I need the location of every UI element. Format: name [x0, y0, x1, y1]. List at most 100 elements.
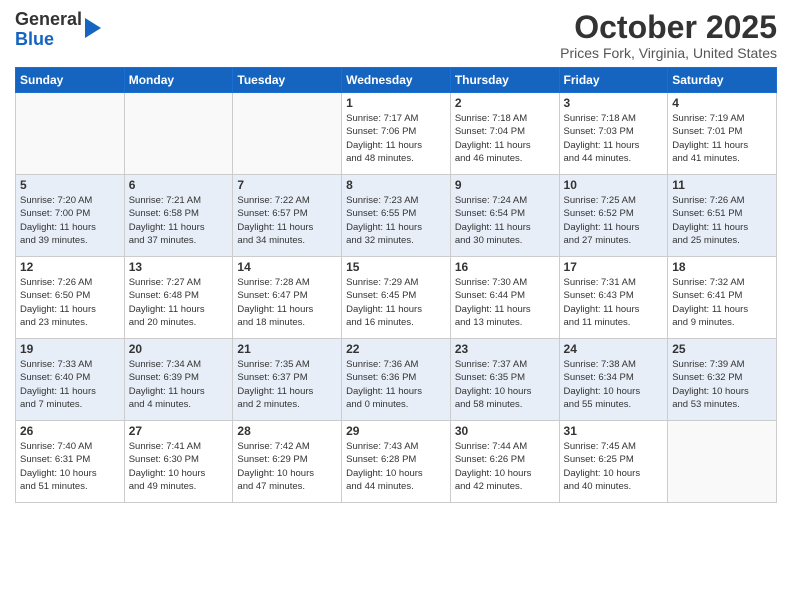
- calendar-cell: 13 Sunrise: 7:27 AM Sunset: 6:48 PM Dayli…: [124, 257, 233, 339]
- calendar-cell: 30 Sunrise: 7:44 AM Sunset: 6:26 PM Dayli…: [450, 421, 559, 503]
- calendar-cell: 22 Sunrise: 7:36 AM Sunset: 6:36 PM Dayli…: [342, 339, 451, 421]
- day-info: Sunrise: 7:29 AM Sunset: 6:45 PM Dayligh…: [346, 276, 446, 329]
- calendar-cell: 27Sunrise: 7:41 AM Sunset: 6:30 PM Dayli…: [124, 421, 233, 503]
- calendar-cell: 23 Sunrise: 7:37 AM Sunset: 6:35 PM Dayli…: [450, 339, 559, 421]
- day-info: Sunrise: 7:26 AM Sunset: 6:51 PM Dayligh…: [672, 194, 772, 247]
- calendar-cell: 28Sunrise: 7:42 AM Sunset: 6:29 PM Dayli…: [233, 421, 342, 503]
- logo-general: General: [15, 9, 82, 29]
- day-info: Sunrise: 7:41 AM Sunset: 6:30 PM Dayligh…: [129, 440, 229, 493]
- day-number: 22: [346, 342, 446, 356]
- calendar-cell: 9Sunrise: 7:24 AM Sunset: 6:54 PM Daylig…: [450, 175, 559, 257]
- calendar-cell: [233, 93, 342, 175]
- logo-arrow-icon: [85, 18, 101, 38]
- day-info: Sunrise: 7:42 AM Sunset: 6:29 PM Dayligh…: [237, 440, 337, 493]
- calendar-cell: 26 Sunrise: 7:40 AM Sunset: 6:31 PM Dayli…: [16, 421, 125, 503]
- day-info: Sunrise: 7:18 AM Sunset: 7:03 PM Dayligh…: [564, 112, 664, 165]
- weekday-header: Saturday: [668, 68, 777, 93]
- day-info: Sunrise: 7:40 AM Sunset: 6:31 PM Dayligh…: [20, 440, 120, 493]
- day-info: Sunrise: 7:44 AM Sunset: 6:26 PM Dayligh…: [455, 440, 555, 493]
- header-right: October 2025 Prices Fork, Virginia, Unit…: [560, 10, 777, 61]
- day-info: Sunrise: 7:32 AM Sunset: 6:41 PM Dayligh…: [672, 276, 772, 329]
- calendar-cell: 29 Sunrise: 7:43 AM Sunset: 6:28 PM Dayli…: [342, 421, 451, 503]
- day-info: Sunrise: 7:35 AM Sunset: 6:37 PM Dayligh…: [237, 358, 337, 411]
- day-number: 19: [20, 342, 120, 356]
- weekday-header: Monday: [124, 68, 233, 93]
- day-number: 11: [672, 178, 772, 192]
- day-info: Sunrise: 7:18 AM Sunset: 7:04 PM Dayligh…: [455, 112, 555, 165]
- day-info: Sunrise: 7:33 AM Sunset: 6:40 PM Dayligh…: [20, 358, 120, 411]
- day-number: 26: [20, 424, 120, 438]
- calendar-cell: 18 Sunrise: 7:32 AM Sunset: 6:41 PM Dayli…: [668, 257, 777, 339]
- logo-blue: Blue: [15, 29, 54, 49]
- logo-text: General Blue: [15, 10, 82, 50]
- day-info: Sunrise: 7:20 AM Sunset: 7:00 PM Dayligh…: [20, 194, 120, 247]
- calendar-cell: 25 Sunrise: 7:39 AM Sunset: 6:32 PM Dayli…: [668, 339, 777, 421]
- day-info: Sunrise: 7:19 AM Sunset: 7:01 PM Dayligh…: [672, 112, 772, 165]
- month-title: October 2025: [560, 10, 777, 45]
- calendar-cell: 16 Sunrise: 7:30 AM Sunset: 6:44 PM Dayli…: [450, 257, 559, 339]
- calendar-cell: 3 Sunrise: 7:18 AM Sunset: 7:03 PM Daylig…: [559, 93, 668, 175]
- calendar-cell: [124, 93, 233, 175]
- weekday-header: Thursday: [450, 68, 559, 93]
- calendar-cell: 24Sunrise: 7:38 AM Sunset: 6:34 PM Dayli…: [559, 339, 668, 421]
- day-number: 18: [672, 260, 772, 274]
- weekday-header: Sunday: [16, 68, 125, 93]
- day-number: 5: [20, 178, 120, 192]
- day-number: 16: [455, 260, 555, 274]
- day-info: Sunrise: 7:21 AM Sunset: 6:58 PM Dayligh…: [129, 194, 229, 247]
- day-number: 23: [455, 342, 555, 356]
- day-info: Sunrise: 7:43 AM Sunset: 6:28 PM Dayligh…: [346, 440, 446, 493]
- day-info: Sunrise: 7:45 AM Sunset: 6:25 PM Dayligh…: [564, 440, 664, 493]
- calendar-cell: 15Sunrise: 7:29 AM Sunset: 6:45 PM Dayli…: [342, 257, 451, 339]
- day-info: Sunrise: 7:26 AM Sunset: 6:50 PM Dayligh…: [20, 276, 120, 329]
- day-info: Sunrise: 7:22 AM Sunset: 6:57 PM Dayligh…: [237, 194, 337, 247]
- day-number: 31: [564, 424, 664, 438]
- weekday-header: Tuesday: [233, 68, 342, 93]
- day-number: 4: [672, 96, 772, 110]
- day-number: 6: [129, 178, 229, 192]
- day-number: 17: [564, 260, 664, 274]
- day-info: Sunrise: 7:39 AM Sunset: 6:32 PM Dayligh…: [672, 358, 772, 411]
- header: General Blue October 2025 Prices Fork, V…: [15, 10, 777, 61]
- day-info: Sunrise: 7:37 AM Sunset: 6:35 PM Dayligh…: [455, 358, 555, 411]
- day-info: Sunrise: 7:28 AM Sunset: 6:47 PM Dayligh…: [237, 276, 337, 329]
- day-info: Sunrise: 7:27 AM Sunset: 6:48 PM Dayligh…: [129, 276, 229, 329]
- calendar-cell: [16, 93, 125, 175]
- day-number: 3: [564, 96, 664, 110]
- day-number: 29: [346, 424, 446, 438]
- location: Prices Fork, Virginia, United States: [560, 45, 777, 61]
- day-number: 25: [672, 342, 772, 356]
- weekday-header: Friday: [559, 68, 668, 93]
- logo: General Blue: [15, 10, 101, 50]
- day-number: 1: [346, 96, 446, 110]
- page: General Blue October 2025 Prices Fork, V…: [0, 0, 792, 612]
- weekday-header: Wednesday: [342, 68, 451, 93]
- calendar-cell: 5 Sunrise: 7:20 AM Sunset: 7:00 PM Daylig…: [16, 175, 125, 257]
- calendar-cell: 17 Sunrise: 7:31 AM Sunset: 6:43 PM Dayli…: [559, 257, 668, 339]
- day-info: Sunrise: 7:31 AM Sunset: 6:43 PM Dayligh…: [564, 276, 664, 329]
- calendar-cell: 1 Sunrise: 7:17 AM Sunset: 7:06 PM Daylig…: [342, 93, 451, 175]
- calendar-cell: 19 Sunrise: 7:33 AM Sunset: 6:40 PM Dayli…: [16, 339, 125, 421]
- calendar-cell: 10 Sunrise: 7:25 AM Sunset: 6:52 PM Dayli…: [559, 175, 668, 257]
- day-info: Sunrise: 7:17 AM Sunset: 7:06 PM Dayligh…: [346, 112, 446, 165]
- calendar-cell: [668, 421, 777, 503]
- calendar-cell: 8 Sunrise: 7:23 AM Sunset: 6:55 PM Daylig…: [342, 175, 451, 257]
- day-info: Sunrise: 7:23 AM Sunset: 6:55 PM Dayligh…: [346, 194, 446, 247]
- day-number: 2: [455, 96, 555, 110]
- day-info: Sunrise: 7:36 AM Sunset: 6:36 PM Dayligh…: [346, 358, 446, 411]
- day-info: Sunrise: 7:25 AM Sunset: 6:52 PM Dayligh…: [564, 194, 664, 247]
- calendar-cell: 7 Sunrise: 7:22 AM Sunset: 6:57 PM Daylig…: [233, 175, 342, 257]
- day-number: 14: [237, 260, 337, 274]
- day-number: 30: [455, 424, 555, 438]
- day-number: 7: [237, 178, 337, 192]
- day-info: Sunrise: 7:34 AM Sunset: 6:39 PM Dayligh…: [129, 358, 229, 411]
- day-number: 10: [564, 178, 664, 192]
- day-info: Sunrise: 7:30 AM Sunset: 6:44 PM Dayligh…: [455, 276, 555, 329]
- calendar-cell: 31 Sunrise: 7:45 AM Sunset: 6:25 PM Dayli…: [559, 421, 668, 503]
- calendar-cell: 14 Sunrise: 7:28 AM Sunset: 6:47 PM Dayli…: [233, 257, 342, 339]
- day-number: 8: [346, 178, 446, 192]
- calendar-cell: 4 Sunrise: 7:19 AM Sunset: 7:01 PM Daylig…: [668, 93, 777, 175]
- day-number: 9: [455, 178, 555, 192]
- day-number: 13: [129, 260, 229, 274]
- day-number: 12: [20, 260, 120, 274]
